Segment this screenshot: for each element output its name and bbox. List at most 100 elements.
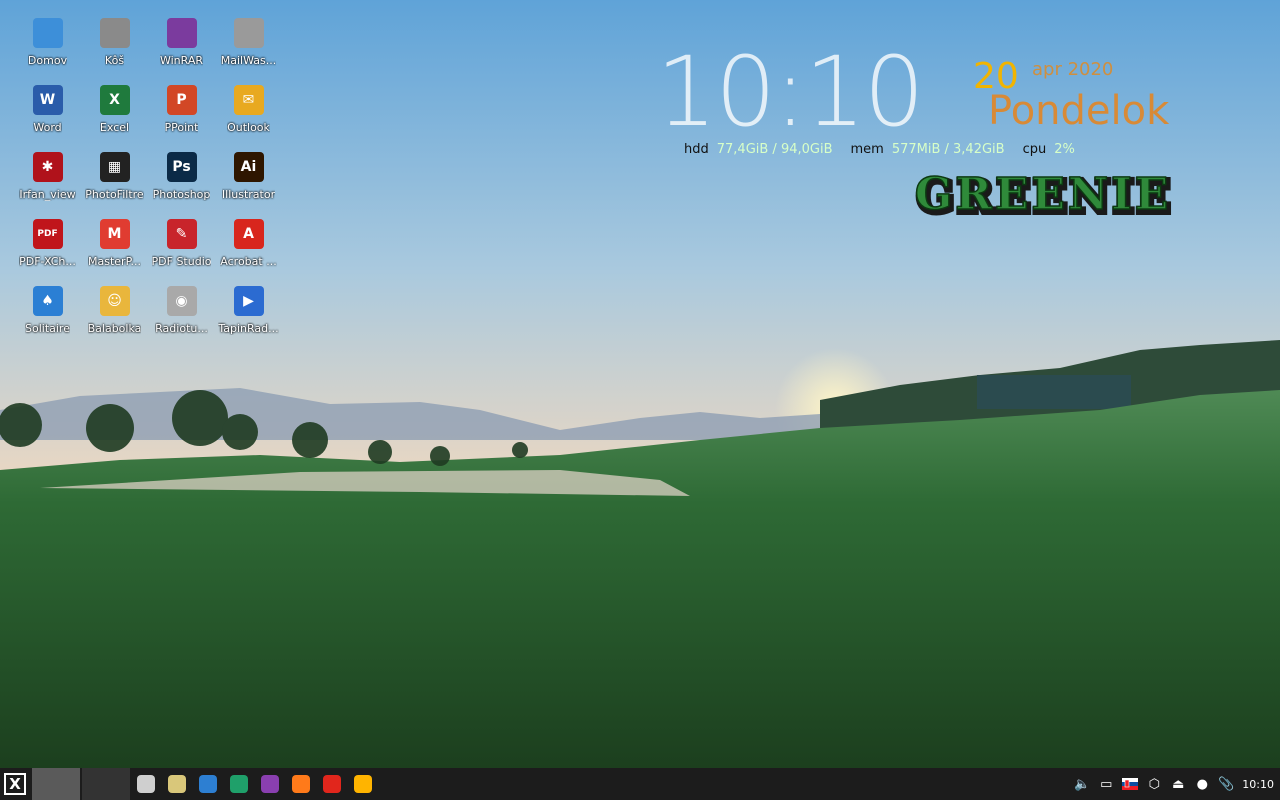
outlook-icon: ✉ — [233, 85, 264, 115]
eject-icon[interactable]: ⏏ — [1166, 768, 1190, 800]
desktop-shortcut-label: TapinRad... — [218, 322, 279, 335]
desktop-shortcut-mailwasher[interactable]: MailWas... — [215, 14, 282, 81]
desktop-shortcut-word[interactable]: W Word — [14, 81, 81, 148]
home-folder-icon — [32, 18, 63, 48]
pinwheel-icon — [353, 775, 372, 793]
desktop-icon-row: Domov Kôš WinRAR MailWas... — [14, 14, 284, 81]
launcher-winrar[interactable] — [254, 768, 285, 800]
desktop-icon-row: W Word X Excel P PPoint ✉ Outlook — [14, 81, 284, 148]
desktop-shortcut-trash[interactable]: Kôš — [81, 14, 148, 81]
desktop-shortcut-label: Word — [33, 121, 62, 134]
acrobat-icon: A — [233, 219, 264, 249]
desktop-shortcut-solitaire[interactable]: ♠ Solitaire — [14, 282, 81, 349]
volume-icon[interactable]: 🔈 — [1070, 768, 1094, 800]
taskbar: X 🔈 ▭ ⬡ ⏏ ● 📎 10:10 — [0, 768, 1280, 800]
photofiltre-icon: ▦ — [99, 152, 130, 182]
desktop-shortcut-label: Solitaire — [25, 322, 70, 335]
pdf-studio-icon: ✎ — [166, 219, 197, 249]
conky-system-stats: hdd 77,4GiB / 94,0GiB mem 577MiB / 3,42G… — [684, 142, 1085, 157]
desktop-shortcut-tapinradio[interactable]: ▶ TapinRad... — [215, 282, 282, 349]
mem-value: 577MiB / 3,42GiB — [891, 142, 1005, 157]
hdd-label: hdd — [684, 142, 709, 157]
launcher-terminal[interactable] — [130, 768, 161, 800]
pdf-xchange-icon: PDF — [32, 219, 63, 249]
solitaire-icon: ♠ — [32, 286, 63, 316]
launcher-app-store[interactable] — [223, 768, 254, 800]
desktop-shortcut-label: MasterP... — [88, 255, 141, 268]
package-icon[interactable]: ⬡ — [1142, 768, 1166, 800]
desktop-shortcut-label: Irfan_view — [19, 188, 76, 201]
start-menu-button[interactable]: X — [0, 768, 30, 800]
mem-label: mem — [850, 142, 884, 157]
powerpoint-icon: P — [166, 85, 197, 115]
desktop-shortcut-acrobat[interactable]: A Acrobat ... — [215, 215, 282, 282]
desktop-shortcut-powerpoint[interactable]: P PPoint — [148, 81, 215, 148]
desktop-shortcut-irfanview[interactable]: ✱ Irfan_view — [14, 148, 81, 215]
desktop-shortcut-balabolka[interactable]: ☺ Balabolka — [81, 282, 148, 349]
illustrator-icon: Ai — [233, 152, 264, 182]
desktop-shortcut-label: PDF-XCh... — [19, 255, 76, 268]
desktop-shortcut-photoshop[interactable]: Ps Photoshop — [148, 148, 215, 215]
desktop-shortcut-label: WinRAR — [159, 54, 204, 67]
firefox-icon — [291, 775, 310, 793]
desktop-shortcut-label: Acrobat ... — [220, 255, 277, 268]
masterpdf-icon: M — [99, 219, 130, 249]
conky-month-year: apr 2020 — [1032, 59, 1114, 80]
desktop-shortcut-label: Balabolka — [87, 322, 142, 335]
desktop-shortcut-pdf-studio[interactable]: ✎ PDF Studio — [148, 215, 215, 282]
desktop-shortcut-label: PhotoFiltre — [85, 188, 144, 201]
desktop-shortcut-home-folder[interactable]: Domov — [14, 14, 81, 81]
workspace-1[interactable] — [32, 768, 80, 800]
winrar-icon — [166, 18, 197, 48]
desktop-icon-row: PDF PDF-XCh... M MasterP... ✎ PDF Studio A Acro… — [14, 215, 284, 282]
desktop-shortcut-label: Photoshop — [152, 188, 211, 201]
greenie-logo-text: GREENIE — [915, 169, 1172, 220]
opera-icon — [322, 775, 341, 793]
desktop-shortcut-outlook[interactable]: ✉ Outlook — [215, 81, 282, 148]
desktop-shortcut-label: Domov — [27, 54, 68, 67]
launcher-text-editor[interactable] — [192, 768, 223, 800]
desktop-shortcut-label: MailWas... — [220, 54, 277, 67]
desktop-shortcut-winrar[interactable]: WinRAR — [148, 14, 215, 81]
tapinradio-icon: ▶ — [233, 286, 264, 316]
greenie-logo: GREENIE GREENIE — [914, 168, 1174, 224]
launcher-file-manager[interactable] — [161, 768, 192, 800]
system-tray: 🔈 ▭ ⬡ ⏏ ● 📎 10:10 — [1070, 768, 1280, 800]
desktop-icon-grid: Domov Kôš WinRAR MailWas... W Word X Excel P PPoi… — [14, 14, 284, 349]
display-icon[interactable]: ▭ — [1094, 768, 1118, 800]
launcher-opera[interactable] — [316, 768, 347, 800]
desktop-shortcut-excel[interactable]: X Excel — [81, 81, 148, 148]
desktop-shortcut-label: Excel — [99, 121, 130, 134]
desktop-shortcut-label: PDF Studio — [151, 255, 212, 268]
taskbar-clock[interactable]: 10:10 — [1238, 778, 1280, 791]
cpu-label: cpu — [1022, 142, 1047, 157]
desktop-shortcut-pdf-xchange[interactable]: PDF PDF-XCh... — [14, 215, 81, 282]
cpu-value: 2% — [1054, 142, 1075, 157]
terminal-icon — [136, 775, 155, 793]
desktop-icon-row: ✱ Irfan_view ▦ PhotoFiltre Ps Photoshop Ai Illu… — [14, 148, 284, 215]
desktop-shortcut-radiotray[interactable]: ◉ Radiotu... — [148, 282, 215, 349]
desktop-shortcut-illustrator[interactable]: Ai Illustrator — [215, 148, 282, 215]
balabolka-icon: ☺ — [99, 286, 130, 316]
desktop-shortcut-label: Kôš — [104, 54, 125, 67]
desktop-shortcut-masterpdf[interactable]: M MasterP... — [81, 215, 148, 282]
irfanview-icon: ✱ — [32, 152, 63, 182]
mailwasher-icon — [233, 18, 264, 48]
launcher-pinwheel[interactable] — [347, 768, 378, 800]
text-editor-icon — [198, 775, 217, 793]
excel-icon: X — [99, 85, 130, 115]
desktop-shortcut-photofiltre[interactable]: ▦ PhotoFiltre — [81, 148, 148, 215]
conky-weekday: Pondelok — [988, 88, 1170, 134]
desktop-icon-row: ♠ Solitaire ☺ Balabolka ◉ Radiotu... ▶ TapinRad… — [14, 282, 284, 349]
update-icon[interactable]: ● — [1190, 768, 1214, 800]
radiotray-icon: ◉ — [166, 286, 197, 316]
word-icon: W — [32, 85, 63, 115]
desktop-shortcut-label: Illustrator — [221, 188, 276, 201]
hdd-value: 77,4GiB / 94,0GiB — [716, 142, 833, 157]
winrar-icon — [260, 775, 279, 793]
slovak-flag-icon[interactable] — [1118, 768, 1142, 800]
launcher-firefox[interactable] — [285, 768, 316, 800]
trash-icon — [99, 18, 130, 48]
workspace-2[interactable] — [82, 768, 130, 800]
clip-icon[interactable]: 📎 — [1214, 768, 1238, 800]
